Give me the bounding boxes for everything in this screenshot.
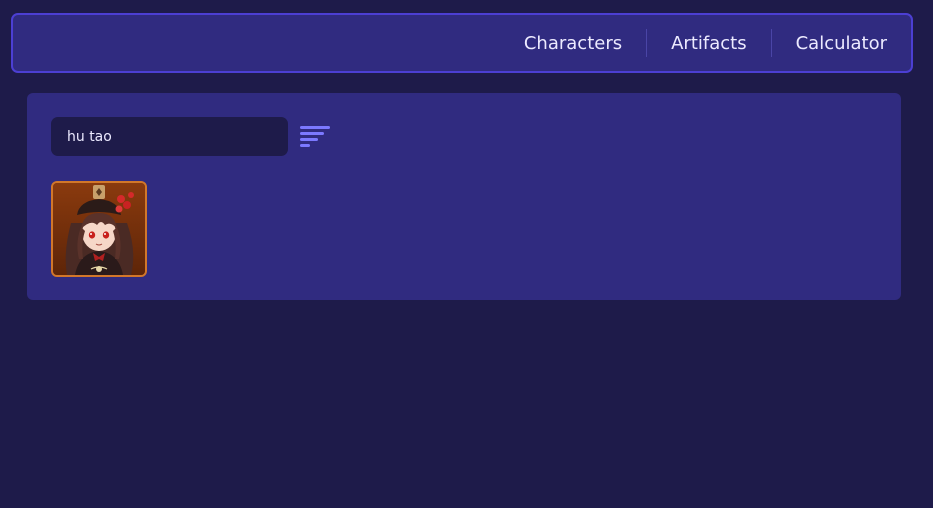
top-nav-bar: Characters Artifacts Calculator xyxy=(11,13,913,73)
nav-item-artifacts[interactable]: Artifacts xyxy=(647,33,770,54)
character-card-hu-tao[interactable] xyxy=(51,181,147,277)
sort-lines-icon xyxy=(300,126,330,147)
character-search-input[interactable] xyxy=(51,117,288,156)
characters-panel xyxy=(27,93,901,300)
nav-item-calculator[interactable]: Calculator xyxy=(772,33,911,54)
nav-item-characters[interactable]: Characters xyxy=(500,33,646,54)
sort-button[interactable] xyxy=(300,126,332,148)
main-nav: Characters Artifacts Calculator xyxy=(500,15,911,71)
hu-tao-portrait-icon xyxy=(53,183,145,275)
